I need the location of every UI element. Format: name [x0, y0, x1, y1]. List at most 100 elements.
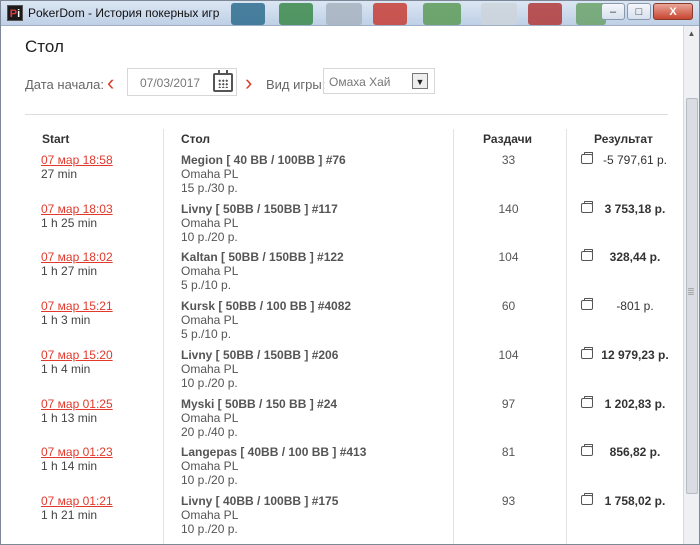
titlebar-decoration: [279, 3, 313, 25]
result-amount: 1 758,02 р.: [604, 494, 666, 508]
stakes: 5 р./10 р.: [181, 278, 232, 292]
stakes: 15 р./30 р.: [181, 181, 238, 195]
result-amount: 856,82 р.: [609, 445, 661, 459]
game-type: Omaha PL: [181, 362, 239, 376]
session-start-link[interactable]: 07 мар 01:21: [41, 494, 113, 508]
game-type: Omaha PL: [181, 459, 239, 473]
page-title: Стол: [25, 37, 64, 56]
table-name: Megion [ 40 BB / 100BB ] #76: [181, 153, 346, 167]
table-row[interactable]: 07 мар 15:21 1 h 3 min Kursk [ 50BB / 10…: [1, 298, 685, 347]
table-row[interactable]: 07 мар 15:20 1 h 4 min Livny [ 50BB / 15…: [1, 347, 685, 396]
column-header-table[interactable]: Стол: [181, 132, 210, 146]
session-duration: 1 h 25 min: [41, 216, 98, 230]
hands-count: 93: [501, 494, 516, 508]
result-amount: 1 202,83 р.: [604, 397, 666, 411]
session-start-link[interactable]: 07 мар 18:03: [41, 202, 113, 216]
minimize-button[interactable]: –: [601, 3, 625, 20]
wallet-icon: [581, 444, 593, 456]
game-type-select[interactable]: Омаха Хай ▼: [323, 68, 435, 94]
session-start-link[interactable]: 07 мар 15:20: [41, 348, 113, 362]
prev-date-arrow-icon[interactable]: ‹: [107, 72, 114, 94]
session-start-link[interactable]: 07 мар 18:02: [41, 250, 113, 264]
chevron-down-icon[interactable]: ▼: [412, 73, 428, 89]
scrollbar-grip-icon: ═ ═: [688, 285, 694, 298]
session-start-link[interactable]: 07 мар 01:23: [41, 445, 113, 459]
table-row[interactable]: 07 мар 18:02 1 h 27 min Kaltan [ 50BB / …: [1, 249, 685, 298]
hands-count: 33: [501, 153, 516, 167]
game-type: Omaha PL: [181, 167, 239, 181]
wallet-icon: [581, 201, 593, 213]
session-duration: 1 h 13 min: [41, 411, 98, 425]
title-bar[interactable]: Pi PokerDom - История покерных игр – □ X: [1, 1, 699, 26]
session-start-link[interactable]: 07 мар 15:21: [41, 299, 113, 313]
game-type: Omaha PL: [181, 216, 239, 230]
table-name: Livny [ 50BB / 150BB ] #117: [181, 202, 338, 216]
stakes: 10 р./20 р.: [181, 376, 238, 390]
hands-count: 97: [501, 397, 516, 411]
app-window: Pi PokerDom - История покерных игр – □ X…: [0, 0, 700, 545]
session-duration: 1 h 4 min: [41, 362, 91, 376]
column-header-result[interactable]: Результат: [594, 132, 653, 146]
stakes: 10 р./20 р.: [181, 230, 238, 244]
table-name: Kursk [ 50BB / 100 BB ] #4082: [181, 299, 352, 313]
hands-count: 60: [501, 299, 516, 313]
table-name: Livny [ 50BB / 150BB ] #206: [181, 348, 339, 362]
game-type: Omaha PL: [181, 411, 239, 425]
session-duration: 1 h 3 min: [41, 313, 91, 327]
result-amount: -801 р.: [616, 299, 654, 313]
game-type: Omaha PL: [181, 313, 239, 327]
calendar-icon[interactable]: [213, 70, 233, 92]
session-duration: 1 h 14 min: [41, 459, 98, 473]
stakes: 10 р./20 р.: [181, 473, 238, 487]
titlebar-decoration: [231, 3, 265, 25]
hands-count: 104: [498, 250, 519, 264]
table-row[interactable]: 07 мар 01:23 1 h 14 min Langepas [ 40BB …: [1, 444, 685, 493]
wallet-icon: [581, 347, 593, 359]
table-name: Kaltan [ 50BB / 150BB ] #122: [181, 250, 344, 264]
stakes: 5 р./10 р.: [181, 327, 232, 341]
session-start-link[interactable]: 07 мар 01:25: [41, 397, 113, 411]
table-row[interactable]: 07 мар 01:25 1 h 13 min Myski [ 50BB / 1…: [1, 396, 685, 445]
start-date-label: Дата начала:: [25, 77, 104, 92]
table-name: Myski [ 50BB / 150 BB ] #24: [181, 397, 338, 411]
wallet-icon: [581, 298, 593, 310]
column-header-start[interactable]: Start: [42, 132, 69, 146]
table-row[interactable]: 07 мар 18:03 1 h 25 min Livny [ 50BB / 1…: [1, 201, 685, 250]
result-amount: -5 797,61 р.: [602, 153, 668, 167]
close-button[interactable]: X: [653, 3, 693, 20]
window-title: PokerDom - История покерных игр: [28, 6, 220, 20]
window-controls: – □ X: [601, 3, 693, 20]
table-name: Livny [ 40BB / 100BB ] #175: [181, 494, 339, 508]
table-row[interactable]: 07 мар 01:21 1 h 21 min Livny [ 40BB / 1…: [1, 493, 685, 542]
game-type: Omaha PL: [181, 508, 239, 522]
scroll-up-arrow-icon[interactable]: ▲: [684, 26, 699, 42]
wallet-icon: [581, 152, 593, 164]
titlebar-decoration: [326, 3, 362, 25]
titlebar-decoration: [528, 3, 562, 25]
game-type-value: Омаха Хай: [329, 75, 391, 89]
wallet-icon: [581, 493, 593, 505]
hands-count: 104: [498, 348, 519, 362]
main-content: Стол Дата начала: ‹ 07/03/2017 › Вид игр…: [1, 26, 685, 544]
table-row[interactable]: 07 мар 18:58 27 min Megion [ 40 BB / 100…: [1, 152, 685, 201]
pokerdom-app-icon: Pi: [7, 5, 23, 21]
start-date-field[interactable]: 07/03/2017: [127, 68, 237, 96]
wallet-icon: [581, 396, 593, 408]
wallet-icon: [581, 249, 593, 261]
hands-count: 81: [501, 445, 516, 459]
table-name: Langepas [ 40BB / 100 BB ] #413: [181, 445, 367, 459]
titlebar-decoration: [373, 3, 407, 25]
stakes: 10 р./20 р.: [181, 522, 238, 536]
column-header-hands[interactable]: Раздачи: [483, 132, 532, 146]
next-date-arrow-icon[interactable]: ›: [245, 72, 252, 94]
maximize-button[interactable]: □: [627, 3, 651, 20]
result-amount: 328,44 р.: [609, 250, 661, 264]
session-duration: 1 h 27 min: [41, 264, 98, 278]
divider: [25, 114, 668, 115]
vertical-scrollbar[interactable]: ▲ ═ ═: [683, 26, 699, 544]
titlebar-decoration: [481, 3, 517, 25]
session-start-link[interactable]: 07 мар 18:58: [41, 153, 113, 167]
titlebar-decoration: [423, 3, 461, 25]
result-amount: 12 979,23 р.: [601, 348, 669, 362]
session-duration: 27 min: [41, 167, 78, 181]
